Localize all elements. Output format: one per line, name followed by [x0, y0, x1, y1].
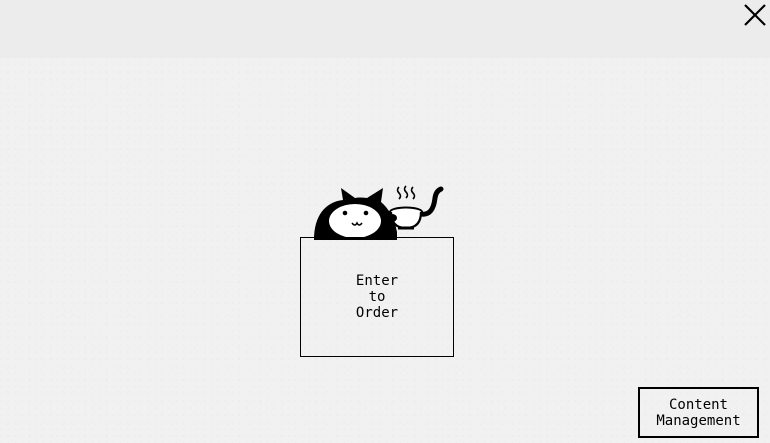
header-band — [0, 0, 770, 58]
enter-to-order-label: Enter to Order — [355, 273, 399, 321]
enter-to-order-button[interactable]: Enter to Order — [300, 237, 454, 357]
close-button[interactable] — [742, 2, 768, 28]
cat-with-bowl-icon — [311, 184, 445, 240]
content-management-button[interactable]: Content Management — [638, 387, 759, 438]
content-management-label: Content Management — [656, 396, 741, 429]
close-icon — [744, 4, 766, 26]
